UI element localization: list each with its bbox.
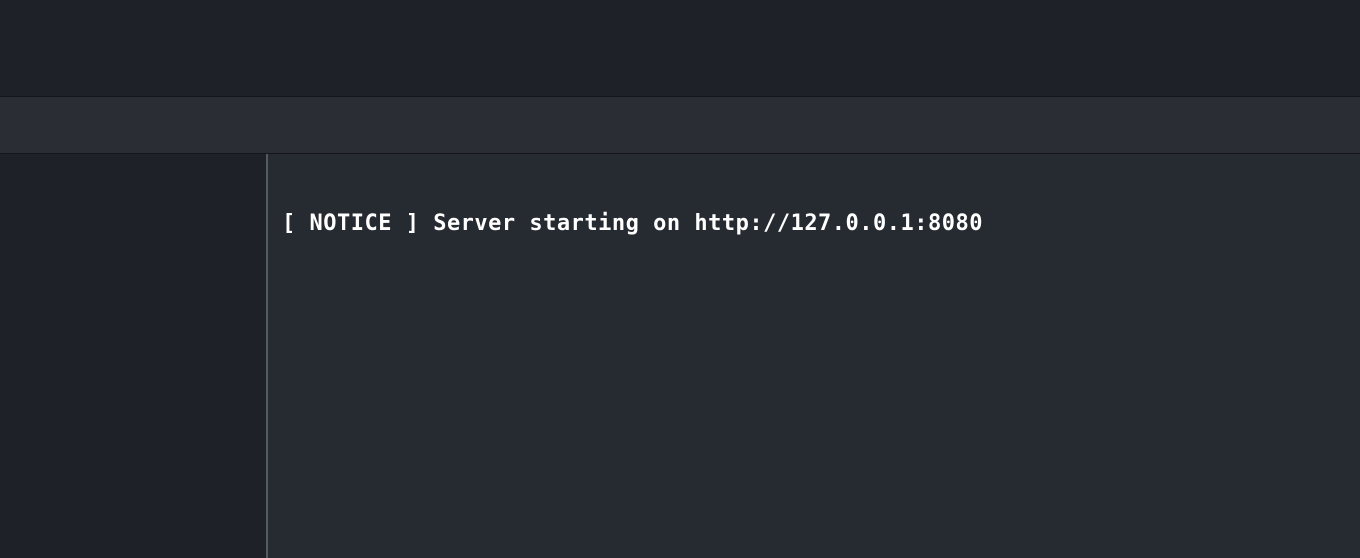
- log-line: [ NOTICE ] Server starting on http://127…: [282, 210, 1346, 239]
- title-bar-area: [0, 0, 1360, 96]
- gutter-panel: [0, 154, 268, 558]
- console-output[interactable]: [ NOTICE ] Server starting on http://127…: [268, 154, 1360, 558]
- main-area: [ NOTICE ] Server starting on http://127…: [0, 154, 1360, 558]
- toolbar-area: [0, 96, 1360, 154]
